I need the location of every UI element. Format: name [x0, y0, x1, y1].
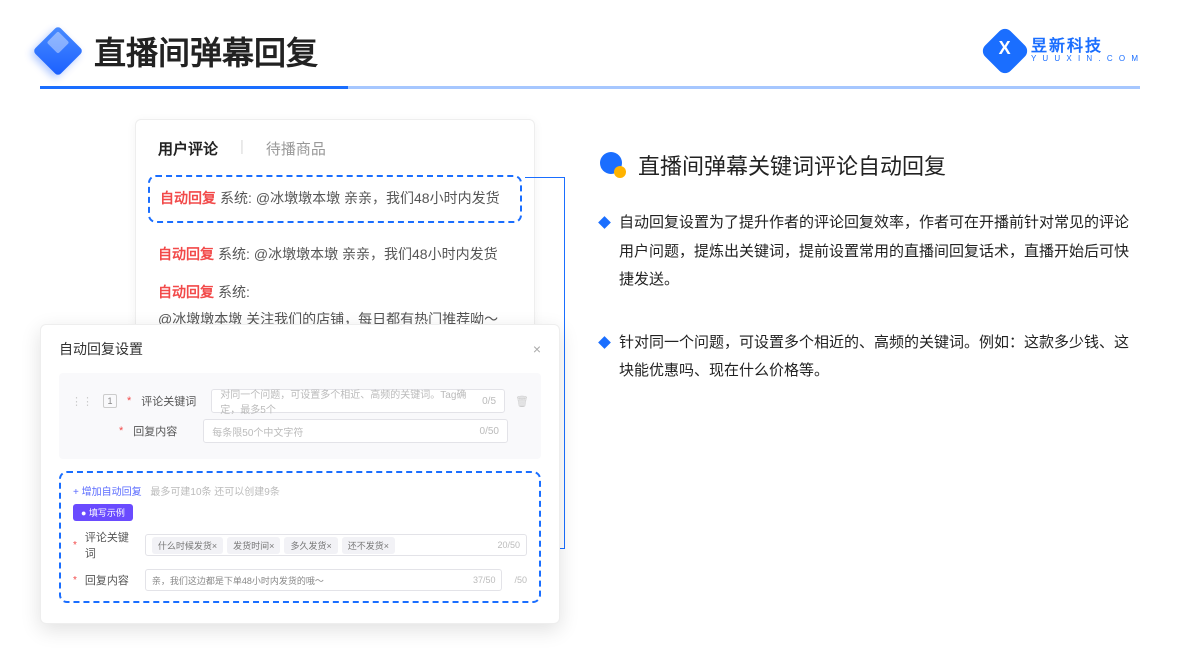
right-heading: 直播间弹幕关键词评论自动回复	[638, 149, 946, 181]
cube-icon	[33, 26, 84, 77]
right-column: 直播间弹幕关键词评论自动回复 自动回复设置为了提升作者的评论回复效率，作者可在开…	[600, 119, 1140, 619]
bullet-text: 自动回复设置为了提升作者的评论回复效率，作者可在开播前针对常见的评论用户问题，提…	[619, 209, 1140, 295]
page-title: 直播间弹幕回复	[94, 28, 318, 74]
comment-system-label: 系统:	[218, 243, 250, 267]
bullet-text: 针对同一个问题，可设置多个相近的、高频的关键词。例如：这款多少钱、这块能优惠吗、…	[619, 329, 1140, 386]
keyword-count: 0/5	[482, 396, 496, 407]
example-content-row: * 回复内容 亲，我们这边都是下单48小时内发货的哦～ 37/50 /50	[73, 569, 527, 591]
required-marker: *	[73, 540, 77, 551]
example-keyword-row: * 评论关键词 什么时候发货× 发货时间× 多久发货× 还不发货× 20/50	[73, 529, 527, 561]
required-marker: *	[119, 425, 123, 437]
comment-system-label: 系统:	[218, 281, 250, 305]
brand-name-en: Y U U X I N . C O M	[1031, 55, 1140, 64]
keyword-tag[interactable]: 什么时候发货×	[152, 537, 223, 554]
auto-reply-badge: 自动回复	[160, 187, 216, 211]
left-illustration: 用户评论 | 待播商品 自动回复 系统: @冰墩墩本墩 亲亲，我们48小时内发货…	[40, 119, 560, 619]
brand-name-cn: 昱新科技	[1031, 38, 1140, 56]
ex-label-content: 回复内容	[85, 572, 137, 588]
comment-row: 自动回复 系统: @冰墩墩本墩 亲亲，我们48小时内发货	[158, 243, 512, 267]
form-row-content: * 回复内容 每条限50个中文字符 0/50	[71, 419, 529, 443]
content-placeholder: 每条限50个中文字符	[212, 424, 303, 439]
label-content: 回复内容	[133, 423, 193, 439]
ex-label-keyword: 评论关键词	[85, 529, 137, 561]
right-heading-row: 直播间弹幕关键词评论自动回复	[600, 149, 1140, 181]
ex-content-value: 亲，我们这边都是下单48小时内发货的哦～	[152, 574, 324, 587]
header-divider	[40, 86, 1140, 89]
form-row-keyword: ⋮⋮ 1 * 评论关键词 对同一个问题，可设置多个相近、高频的关键词。Tag确定…	[71, 389, 529, 413]
keyword-placeholder: 对同一个问题，可设置多个相近、高频的关键词。Tag确定，最多5个	[220, 386, 482, 416]
bullet-item: 针对同一个问题，可设置多个相近的、高频的关键词。例如：这款多少钱、这块能优惠吗、…	[600, 329, 1140, 386]
add-auto-reply-link[interactable]: + 增加自动回复	[73, 487, 142, 498]
auto-reply-badge: 自动回复	[158, 243, 214, 267]
delete-icon[interactable]: 🗑	[515, 395, 529, 408]
page-header: 直播间弹幕回复 昱新科技 Y U U X I N . C O M	[0, 0, 1180, 86]
keyword-input[interactable]: 对同一个问题，可设置多个相近、高频的关键词。Tag确定，最多5个 0/5	[211, 389, 505, 413]
auto-reply-badge: 自动回复	[158, 281, 214, 305]
required-marker: *	[73, 575, 77, 586]
comment-text: @冰墩墩本墩 亲亲，我们48小时内发货	[256, 187, 500, 211]
content-area: 用户评论 | 待播商品 自动回复 系统: @冰墩墩本墩 亲亲，我们48小时内发货…	[0, 99, 1180, 619]
example-block: + 增加自动回复 最多可建10条 还可以创建9条 ● 填写示例 * 评论关键词 …	[59, 471, 541, 603]
brand-logo: 昱新科技 Y U U X I N . C O M	[987, 33, 1140, 69]
diamond-icon	[598, 216, 611, 229]
keyword-tag[interactable]: 发货时间×	[227, 537, 280, 554]
tab-separator: |	[240, 138, 244, 163]
comment-row-highlighted: 自动回复 系统: @冰墩墩本墩 亲亲，我们48小时内发货	[148, 175, 522, 223]
bullet-item: 自动回复设置为了提升作者的评论回复效率，作者可在开播前针对常见的评论用户问题，提…	[600, 209, 1140, 295]
comment-system-label: 系统:	[220, 187, 252, 211]
keyword-tag[interactable]: 还不发货×	[342, 537, 395, 554]
trailing-count: /50	[514, 575, 527, 585]
comment-text: @冰墩墩本墩 亲亲，我们48小时内发货	[254, 243, 498, 267]
brand-mark-icon	[980, 26, 1031, 77]
comment-list: 自动回复 系统: @冰墩墩本墩 亲亲，我们48小时内发货 自动回复 系统: @冰…	[158, 181, 512, 332]
content-input[interactable]: 每条限50个中文字符 0/50	[203, 419, 508, 443]
auto-reply-settings-modal: 自动回复设置 × ⋮⋮ 1 * 评论关键词 对同一个问题，可设置多个相近、高频的…	[40, 324, 560, 624]
keyword-tag[interactable]: 多久发货×	[284, 537, 337, 554]
feature-bullets: 自动回复设置为了提升作者的评论回复效率，作者可在开播前针对常见的评论用户问题，提…	[600, 209, 1140, 386]
example-pill: ● 填写示例	[73, 504, 133, 521]
close-icon[interactable]: ×	[533, 341, 541, 357]
required-marker: *	[127, 395, 131, 407]
bullet-dot-icon	[600, 152, 626, 178]
add-rule-row: + 增加自动回复 最多可建10条 还可以创建9条	[73, 483, 527, 498]
ex-keyword-input[interactable]: 什么时候发货× 发货时间× 多久发货× 还不发货× 20/50	[145, 534, 527, 556]
diamond-icon	[598, 336, 611, 349]
content-count: 0/50	[480, 426, 499, 437]
ex-content-count: 37/50	[473, 575, 496, 585]
drag-handle-icon[interactable]: ⋮⋮	[71, 395, 93, 408]
brand-text: 昱新科技 Y U U X I N . C O M	[1031, 38, 1140, 64]
label-keyword: 评论关键词	[141, 393, 201, 409]
modal-header: 自动回复设置 ×	[59, 339, 541, 359]
add-hint: 最多可建10条 还可以创建9条	[150, 487, 279, 498]
comment-tabs: 用户评论 | 待播商品	[158, 138, 512, 163]
rule-index: 1	[103, 394, 117, 408]
tab-user-comments[interactable]: 用户评论	[158, 138, 218, 163]
header-left: 直播间弹幕回复	[40, 28, 318, 74]
form-block: ⋮⋮ 1 * 评论关键词 对同一个问题，可设置多个相近、高频的关键词。Tag确定…	[59, 373, 541, 459]
ex-keyword-count: 20/50	[497, 540, 520, 550]
modal-title: 自动回复设置	[59, 339, 143, 359]
ex-content-input[interactable]: 亲，我们这边都是下单48小时内发货的哦～ 37/50	[145, 569, 503, 591]
comment-panel: 用户评论 | 待播商品 自动回复 系统: @冰墩墩本墩 亲亲，我们48小时内发货…	[135, 119, 535, 351]
tab-pending-goods[interactable]: 待播商品	[266, 138, 326, 163]
